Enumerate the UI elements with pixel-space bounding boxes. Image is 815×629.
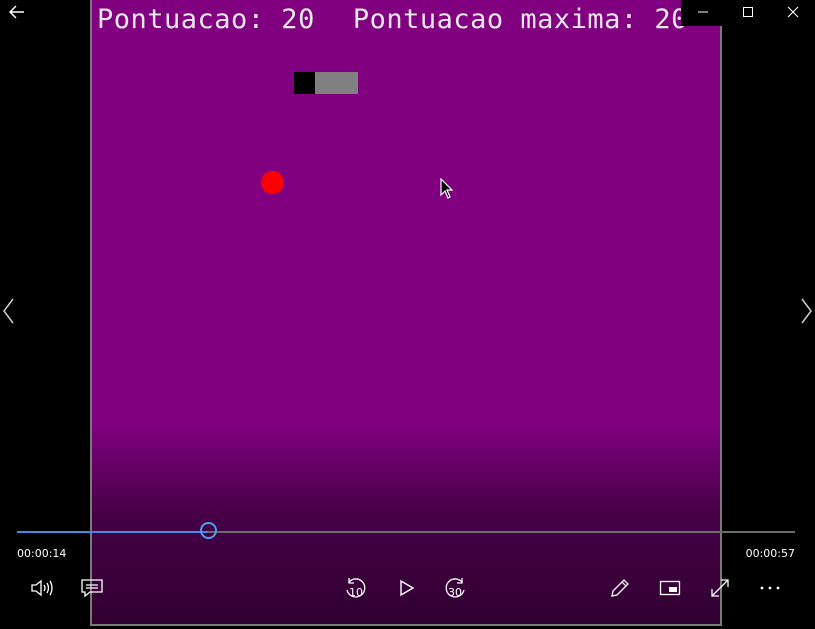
play-button[interactable]: [394, 576, 420, 600]
total-time: 00:00:57: [745, 547, 795, 560]
previous-button[interactable]: [0, 296, 18, 326]
close-button[interactable]: [770, 0, 815, 24]
paddle-shadow: [294, 72, 315, 94]
ball: [261, 171, 284, 194]
seek-bar[interactable]: [17, 522, 795, 539]
play-icon: [400, 579, 415, 597]
subtitles-button[interactable]: [79, 576, 105, 600]
score-bar: Pontuacao: 20 Pontuacao maxima: 20: [97, 4, 688, 35]
mouse-cursor-icon: [440, 178, 454, 199]
back-arrow-icon: [9, 5, 24, 19]
volume-icon: [31, 579, 53, 597]
high-score-label: Pontuacao maxima: 20: [352, 4, 688, 35]
subtitles-icon: [81, 579, 103, 598]
seek-bar-progress: [17, 531, 209, 533]
skip-back-label: 10: [349, 586, 363, 599]
pencil-icon: [611, 579, 629, 597]
next-button[interactable]: [797, 296, 815, 326]
more-button[interactable]: [757, 576, 783, 600]
title-bar-controls: [681, 0, 815, 26]
chevron-left-icon: [3, 298, 14, 324]
seek-thumb[interactable]: [200, 522, 218, 539]
mini-view-button[interactable]: [657, 576, 683, 600]
more-icon: [760, 586, 780, 590]
fullscreen-button[interactable]: [707, 576, 733, 600]
minimize-button[interactable]: [681, 0, 726, 24]
skip-forward-label: 30: [448, 586, 462, 599]
current-time: 00:00:14: [17, 547, 67, 560]
maximize-button[interactable]: [726, 0, 771, 24]
score-label: Pontuacao: 20: [97, 4, 315, 35]
chevron-right-icon: [801, 298, 812, 324]
close-icon: [787, 6, 799, 18]
volume-button[interactable]: [29, 576, 55, 600]
edit-button[interactable]: [607, 576, 633, 600]
minimize-icon: [698, 11, 709, 13]
fullscreen-icon: [711, 579, 729, 597]
media-player-window: Pontuacao: 20 Pontuacao maxima: 20 00:00…: [0, 0, 815, 629]
back-button[interactable]: [6, 2, 28, 22]
maximize-icon: [743, 7, 753, 17]
mini-view-icon: [659, 580, 681, 596]
